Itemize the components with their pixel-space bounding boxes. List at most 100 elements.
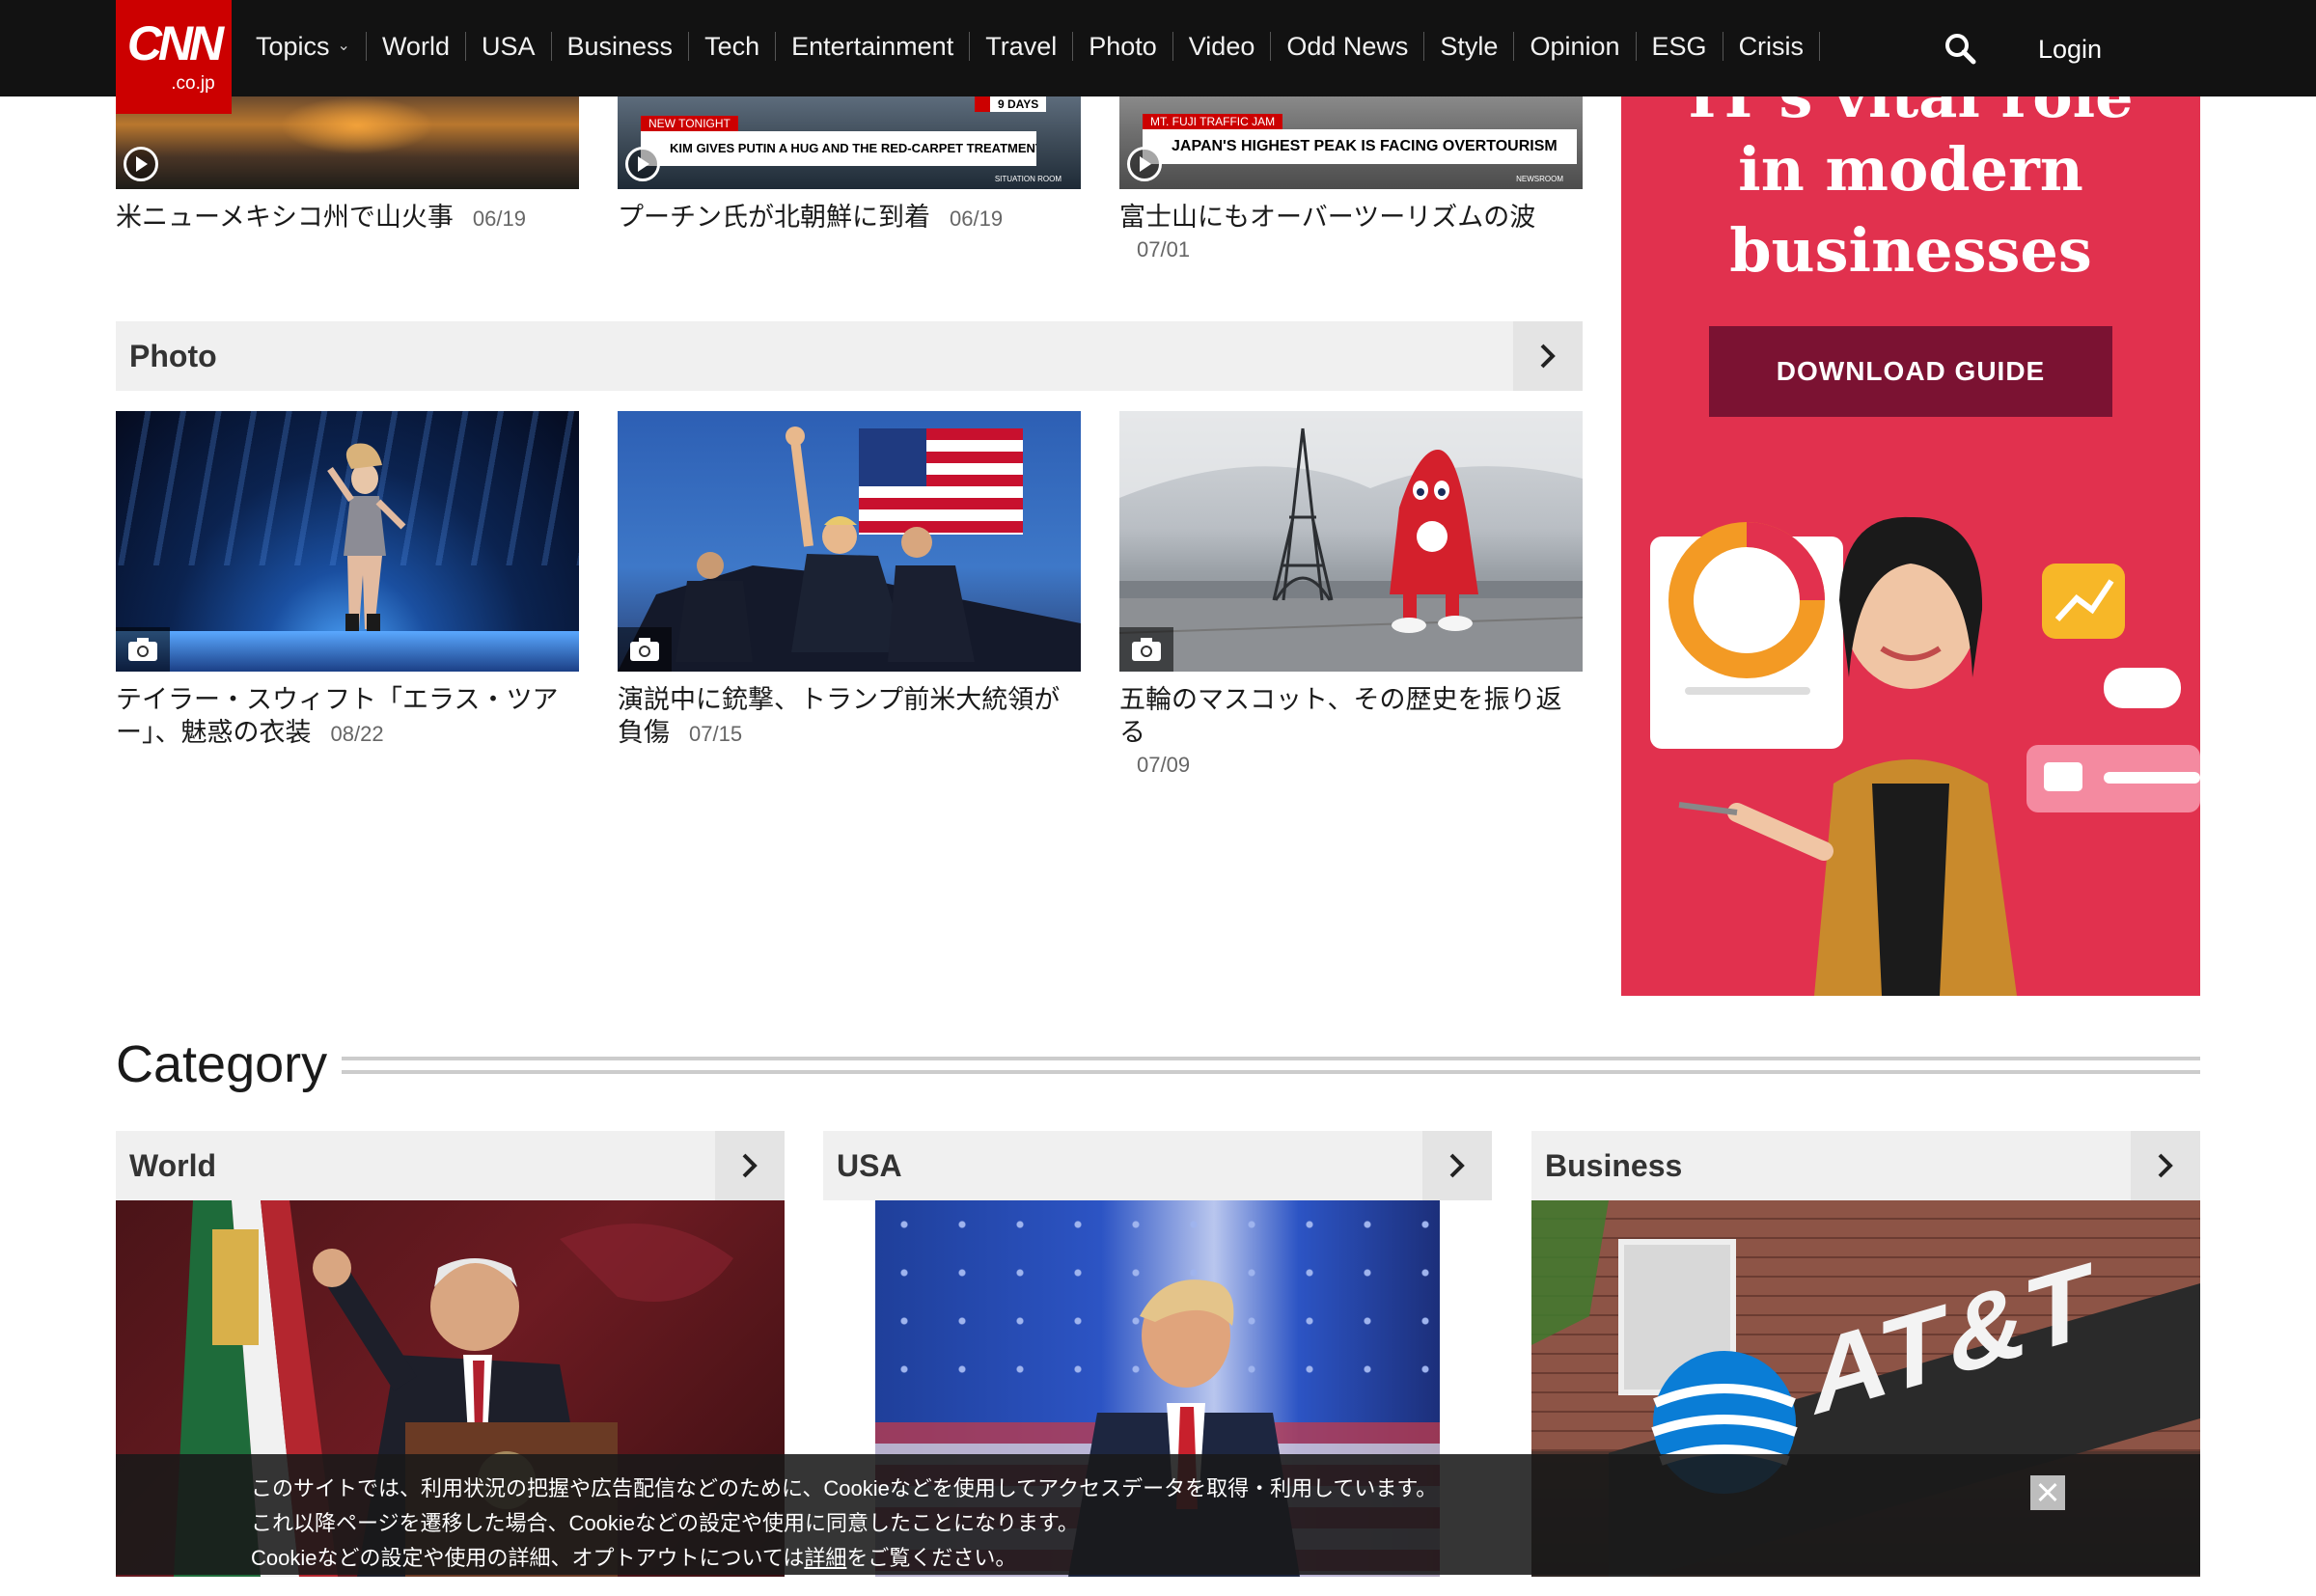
caption-date: 06/19 (472, 206, 526, 231)
download-guide-button[interactable]: DOWNLOAD GUIDE (1709, 326, 2112, 417)
nav-label: Video (1188, 32, 1255, 61)
video-thumbnail-fuji[interactable]: MT. FUJI TRAFFIC JAM JAPAN'S HIGHEST PEA… (1119, 96, 1583, 189)
ad-illustration (1650, 516, 2200, 996)
photo-caption-mascot[interactable]: 五輪のマスコット、その歴史を振り返る 07/09 (1119, 683, 1583, 782)
nav-item-style[interactable]: Style (1424, 32, 1515, 61)
nav-item-odd-news[interactable]: Odd News (1271, 32, 1425, 61)
nav-label: Business (566, 32, 674, 61)
camera-icon (618, 627, 672, 672)
ad-headline-line3: businesses (1729, 215, 2092, 286)
nav-item-photo[interactable]: Photo (1073, 32, 1173, 61)
photo-thumbnail-concert[interactable] (116, 411, 579, 672)
chevron-right-icon[interactable] (1422, 1131, 1492, 1200)
smoke-plume (280, 96, 434, 154)
nav-label: Crisis (1738, 32, 1805, 61)
rally-scene (618, 427, 1081, 672)
news-tag: NEW TONIGHT (641, 116, 738, 131)
caption-date: 07/01 (1137, 237, 1191, 261)
section-title: USA (837, 1148, 902, 1183)
nav-label: Odd News (1286, 32, 1409, 61)
stage-floor (116, 631, 579, 672)
nav-label: Tech (704, 32, 760, 61)
photo-thumbnail-rally[interactable] (618, 411, 1081, 672)
caption-title: 米ニューメキシコ州で山火事 (116, 203, 454, 232)
chevron-right-icon[interactable] (2131, 1131, 2200, 1200)
video-caption-wildfire[interactable]: 米ニューメキシコ州で山火事 06/19 (116, 201, 579, 235)
camera-icon (116, 627, 170, 672)
nav-label: Photo (1089, 32, 1157, 61)
chevron-down-icon: ⌄ (337, 38, 350, 54)
badge-days: 9 DAYS (975, 96, 1047, 112)
search-icon[interactable] (1943, 31, 1977, 66)
play-icon (1127, 147, 1162, 181)
nav-label: Topics (256, 32, 330, 61)
top-navigation: CNN .co.jp Topics ⌄ World USA Business Te… (0, 0, 2316, 114)
nav-item-tech[interactable]: Tech (689, 32, 777, 61)
cnn-logo[interactable]: CNN .co.jp (116, 0, 232, 114)
show-name: NEWSROOM (1516, 175, 1563, 183)
chevron-right-icon[interactable] (715, 1131, 785, 1200)
nav-label: Entertainment (791, 32, 954, 61)
nav-item-business[interactable]: Business (552, 32, 690, 61)
cookie-text-line3: Cookieなどの設定や使用の詳細、オプトアウトについては詳細をご覧ください。 (251, 1541, 1016, 1576)
photo-thumbnail-mascot[interactable] (1119, 411, 1583, 672)
cookie-banner: このサイトでは、利用状況の把握や広告配信などのために、Cookieなどを使用して… (116, 1454, 2200, 1575)
video-thumbnail-putin[interactable]: 9 DAYS NEW TONIGHT KIM GIVES PUTIN A HUG… (618, 96, 1081, 189)
caption-title: プーチン氏が北朝鮮に到着 (618, 203, 930, 232)
logo-text: CNN (126, 16, 224, 70)
camera-icon (1119, 627, 1173, 672)
nav-label: World (381, 32, 450, 61)
caption-date: 07/09 (1137, 753, 1191, 777)
nav-item-usa[interactable]: USA (466, 32, 552, 61)
photo-caption-concert[interactable]: テイラー・スウィフト「エラス・ツアー」、魅惑の衣装 08/22 (116, 683, 579, 751)
category-rule (342, 1057, 2200, 1074)
cookie-details-link[interactable]: 詳細 (804, 1546, 846, 1570)
nav-links: Topics ⌄ World USA Business Tech Entertai… (256, 0, 1821, 93)
category-title: Category (116, 1035, 328, 1093)
nav-item-world[interactable]: World (367, 32, 466, 61)
cookie-text-line2: これ以降ページを遷移した場合、Cookieなどの設定や使用に同意したことになりま… (251, 1511, 1079, 1535)
category-header-business: Business (1531, 1131, 2200, 1200)
advertisement-banner[interactable]: IT's vital role in modern businesses DOW… (1621, 96, 2200, 996)
nav-item-video[interactable]: Video (1173, 32, 1272, 61)
nav-item-topics[interactable]: Topics ⌄ (256, 32, 367, 61)
nav-item-opinion[interactable]: Opinion (1514, 32, 1637, 61)
nav-label: Travel (985, 32, 1058, 61)
section-title: World (129, 1148, 217, 1183)
category-header-usa: USA (823, 1131, 1492, 1200)
nav-label: Style (1440, 32, 1499, 61)
cookie-text-post: をご覧ください。 (846, 1546, 1017, 1570)
photo-section-header: Photo (116, 321, 1583, 391)
caption-title: 演説中に銃撃、トランプ前米大統領が負傷 (618, 685, 1061, 747)
chevron-right-icon[interactable] (1513, 321, 1583, 391)
photo-caption-rally[interactable]: 演説中に銃撃、トランプ前米大統領が負傷 07/15 (618, 683, 1081, 751)
nav-label: Opinion (1530, 32, 1620, 61)
nav-item-crisis[interactable]: Crisis (1723, 32, 1821, 61)
caption-date: 07/15 (689, 722, 743, 746)
video-caption-putin[interactable]: プーチン氏が北朝鮮に到着 06/19 (618, 201, 1081, 235)
nav-item-entertainment[interactable]: Entertainment (776, 32, 971, 61)
paris-scene (1119, 411, 1583, 672)
nav-label: ESG (1651, 32, 1707, 61)
news-strip: KIM GIVES PUTIN A HUG AND THE RED-CARPET… (641, 131, 1036, 166)
caption-date: 06/19 (950, 206, 1004, 231)
caption-title: 五輪のマスコット、その歴史を振り返る (1119, 685, 1562, 747)
play-icon (625, 147, 660, 181)
caption-date: 08/22 (330, 722, 384, 746)
nav-item-esg[interactable]: ESG (1637, 32, 1723, 61)
news-strip: JAPAN'S HIGHEST PEAK IS FACING OVERTOURI… (1143, 129, 1577, 164)
nav-label: USA (481, 32, 536, 61)
news-tag: MT. FUJI TRAFFIC JAM (1143, 114, 1283, 129)
category-header-world: World (116, 1131, 785, 1200)
close-icon[interactable] (2030, 1475, 2065, 1510)
cookie-text-pre: Cookieなどの設定や使用の詳細、オプトアウトについては (251, 1546, 805, 1570)
login-link[interactable]: Login (2038, 35, 2102, 65)
cookie-text-line1: このサイトでは、利用状況の把握や広告配信などのために、Cookieなどを使用して… (251, 1476, 1438, 1500)
nav-item-travel[interactable]: Travel (970, 32, 1074, 61)
caption-title: 富士山にもオーバーツーリズムの波 (1119, 203, 1536, 232)
us-flag (859, 428, 1023, 535)
show-name: SITUATION ROOM (994, 175, 1062, 183)
video-caption-fuji[interactable]: 富士山にもオーバーツーリズムの波 07/01 (1119, 201, 1583, 266)
ad-headline-line2: in modern (1738, 134, 2083, 205)
logo-subtext: .co.jp (171, 73, 215, 94)
